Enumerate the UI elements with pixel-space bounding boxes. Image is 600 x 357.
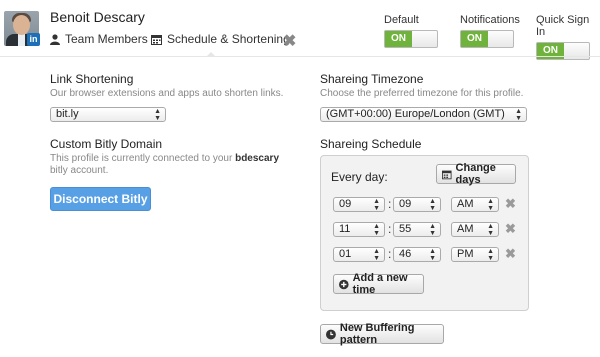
delete-time-icon[interactable]: ✖	[505, 221, 516, 237]
notifications-toggle-label: Notifications	[460, 14, 520, 26]
hour-select[interactable]: 01 ▲ ▼	[333, 247, 385, 262]
select-arrows-icon: ▲ ▼	[429, 198, 436, 212]
plus-circle-icon	[339, 279, 349, 289]
select-value: (GMT+00:00) Europe/London (GMT)	[326, 108, 505, 120]
tab-label: Team Members	[65, 32, 148, 46]
clock-icon	[326, 329, 336, 339]
default-toggle[interactable]: ON	[384, 30, 438, 48]
bitly-domain-description: This profile is currently connected to y…	[50, 153, 280, 176]
select-value: bit.ly	[56, 108, 79, 120]
period-select[interactable]: AM ▲ ▼	[451, 222, 499, 237]
minute-select[interactable]: 55 ▲ ▼	[393, 222, 441, 237]
minute-select[interactable]: 46 ▲ ▼	[393, 247, 441, 262]
select-arrows-icon: ▲ ▼	[487, 248, 494, 262]
calendar-icon	[442, 170, 452, 179]
bitly-domain-title: Custom Bitly Domain	[50, 137, 163, 151]
select-value: PM	[457, 248, 474, 260]
select-value: AM	[457, 223, 474, 235]
delete-time-icon[interactable]: ✖	[505, 246, 516, 262]
linkedin-badge-icon: in	[27, 33, 40, 46]
change-days-button[interactable]: Change days	[436, 162, 516, 186]
close-icon[interactable]: ✖	[283, 31, 296, 51]
hour-select[interactable]: 09 ▲ ▼	[333, 197, 385, 212]
select-value: 11	[339, 223, 351, 235]
select-value: AM	[457, 198, 474, 210]
select-arrows-icon: ▲ ▼	[373, 248, 380, 262]
notifications-toggle-group: Notifications ON	[460, 14, 520, 48]
link-shortener-select[interactable]: bit.ly ▲ ▼	[50, 107, 166, 122]
button-label: Add a new time	[352, 272, 408, 296]
select-value: 55	[399, 223, 412, 235]
time-separator: :	[388, 222, 392, 236]
profile-name: Benoit Descary	[50, 9, 145, 25]
default-toggle-label: Default	[384, 14, 419, 26]
select-arrows-icon: ▲ ▼	[429, 248, 436, 262]
quick-sign-in-toggle[interactable]: ON	[536, 42, 590, 60]
quick-sign-in-toggle-label: Quick Sign In	[536, 14, 590, 38]
tab-label: Schedule & Shortening	[167, 32, 290, 46]
tab-schedule-shortening[interactable]: Schedule & Shortening	[151, 32, 290, 46]
select-arrows-icon: ▲ ▼	[487, 223, 494, 237]
select-arrows-icon: ▲ ▼	[515, 108, 522, 122]
hour-select[interactable]: 11 ▲ ▼	[333, 222, 385, 237]
quick-sign-in-toggle-group: Quick Sign In ON	[536, 14, 600, 60]
bitly-account-name: bdescary	[235, 153, 280, 164]
period-select[interactable]: PM ▲ ▼	[451, 247, 499, 262]
timezone-description: Choose the preferred timezone for this p…	[320, 88, 524, 99]
link-shortening-description: Our browser extensions and apps auto sho…	[50, 88, 284, 99]
timezone-select[interactable]: (GMT+00:00) Europe/London (GMT) ▲ ▼	[320, 107, 527, 122]
every-day-label: Every day:	[331, 170, 388, 184]
disconnect-bitly-button[interactable]: Disconnect Bitly	[50, 187, 151, 211]
select-value: 46	[399, 248, 412, 260]
select-arrows-icon: ▲ ▼	[373, 223, 380, 237]
select-arrows-icon: ▲ ▼	[487, 198, 494, 212]
active-tab-indicator	[206, 52, 216, 57]
header-divider	[0, 56, 600, 57]
new-buffering-pattern-button[interactable]: New Buffering pattern	[320, 322, 444, 346]
select-arrows-icon: ▲ ▼	[429, 223, 436, 237]
time-separator: :	[388, 247, 392, 261]
time-separator: :	[388, 197, 392, 211]
profile-header: in Benoit Descary Team Members Schedule …	[0, 0, 600, 60]
toggle-state: ON	[385, 31, 412, 47]
timezone-title: Shareing Timezone	[320, 72, 424, 86]
add-new-time-button[interactable]: Add a new time	[333, 272, 424, 296]
link-shortening-title: Link Shortening	[50, 72, 134, 86]
minute-select[interactable]: 09 ▲ ▼	[393, 197, 441, 212]
period-select[interactable]: AM ▲ ▼	[451, 197, 499, 212]
default-toggle-group: Default ON	[384, 14, 438, 48]
select-arrows-icon: ▲ ▼	[373, 198, 380, 212]
schedule-title: Shareing Schedule	[320, 137, 422, 151]
notifications-toggle[interactable]: ON	[460, 30, 514, 48]
person-icon	[50, 33, 60, 45]
button-label: New Buffering pattern	[339, 322, 415, 346]
tab-team-members[interactable]: Team Members	[50, 32, 148, 46]
select-value: 01	[339, 248, 352, 260]
select-value: 09	[399, 198, 412, 210]
calendar-icon	[151, 34, 162, 45]
toggle-state: ON	[461, 31, 488, 47]
button-label: Change days	[455, 162, 496, 186]
delete-time-icon[interactable]: ✖	[505, 196, 516, 212]
select-arrows-icon: ▲ ▼	[154, 108, 161, 122]
select-value: 09	[339, 198, 352, 210]
